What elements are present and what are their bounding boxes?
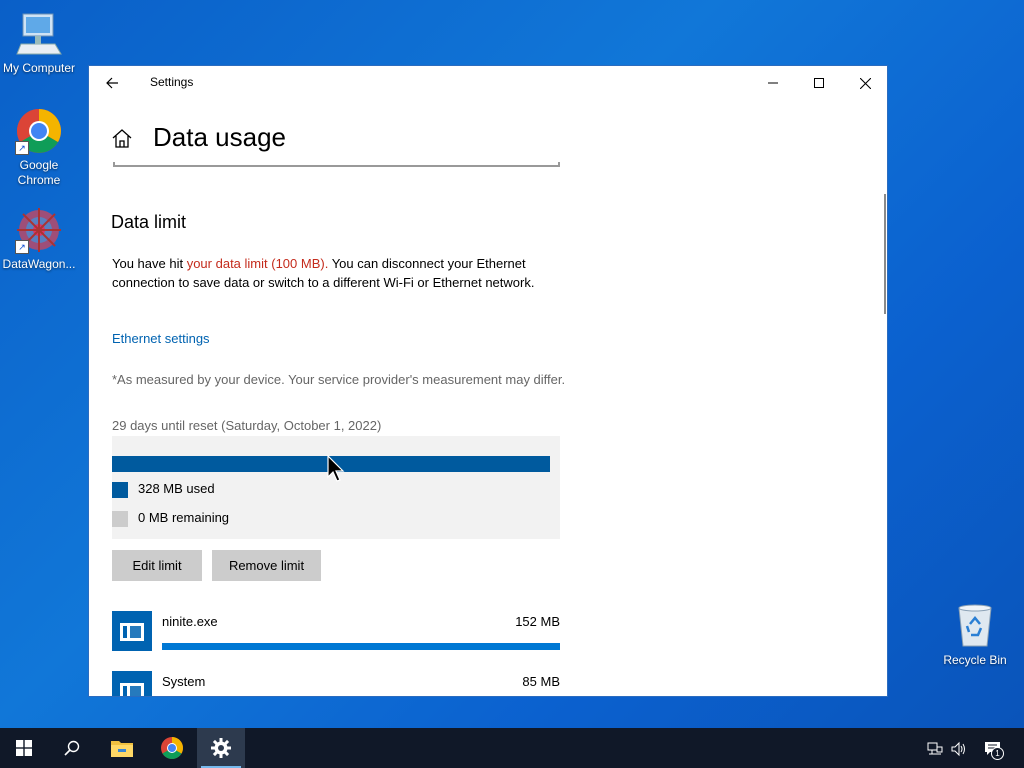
- reset-date: 29 days until reset (Saturday, October 1…: [112, 418, 382, 433]
- maximize-icon: [814, 78, 824, 89]
- desktop-icon-label: My Computer: [2, 61, 76, 75]
- page-title: Data usage: [153, 122, 286, 152]
- desktop-icon-recycle-bin[interactable]: Recycle Bin: [937, 602, 1013, 668]
- home-button[interactable]: [111, 127, 133, 149]
- message-text: You have hit: [112, 256, 187, 271]
- desktop-icon-datawagon[interactable]: ↗ DataWagon...: [1, 206, 77, 272]
- usage-summary: 328 MB used 0 MB remaining: [112, 436, 560, 539]
- action-center-button[interactable]: 1: [980, 728, 1006, 768]
- search-icon: [64, 740, 80, 756]
- close-button[interactable]: [842, 66, 887, 98]
- back-arrow-icon: [106, 77, 118, 89]
- measurement-note: *As measured by your device. Your servic…: [112, 372, 566, 387]
- data-limit-warning: your data limit (100 MB).: [186, 256, 329, 271]
- app-icon: [112, 671, 152, 696]
- start-button[interactable]: [0, 728, 48, 768]
- app-name: System: [162, 674, 206, 689]
- folder-icon: [111, 740, 133, 757]
- chrome-icon: ↗: [15, 107, 63, 155]
- legend-used: 328 MB used: [112, 481, 215, 498]
- close-icon: [859, 77, 871, 90]
- desktop-icon-label: Google Chrome: [17, 158, 61, 187]
- datawagon-icon: ↗: [15, 206, 63, 254]
- gear-icon: [211, 737, 231, 758]
- taskbar-file-explorer[interactable]: [98, 728, 146, 768]
- used-label: 328 MB used: [138, 481, 215, 496]
- back-button[interactable]: [101, 72, 123, 94]
- speaker-icon: [951, 742, 965, 757]
- notification-count: 1: [991, 747, 1004, 760]
- legend-remaining: 0 MB remaining: [112, 510, 229, 527]
- desktop-icon-google-chrome[interactable]: ↗ Google Chrome: [1, 107, 77, 188]
- app-usage-row[interactable]: ninite.exe 152 MB: [112, 611, 560, 655]
- taskbar-settings[interactable]: [197, 728, 245, 768]
- settings-window: Settings Data usage Data limit You have …: [88, 65, 888, 697]
- edit-limit-button[interactable]: Edit limit: [112, 550, 202, 581]
- desktop-icon-my-computer[interactable]: My Computer: [1, 10, 77, 76]
- recycle-bin-icon: [951, 602, 999, 650]
- remaining-label: 0 MB remaining: [138, 510, 230, 525]
- app-usage-bar: [162, 643, 560, 650]
- app-icon: [112, 611, 152, 651]
- app-usage-row[interactable]: System 85 MB: [112, 671, 560, 696]
- desktop-icon-label: DataWagon...: [2, 257, 76, 271]
- used-swatch: [112, 481, 128, 498]
- data-limit-message: You have hit your data limit (100 MB). Y…: [112, 255, 572, 292]
- minimize-button[interactable]: [750, 66, 796, 98]
- volume-control[interactable]: [948, 728, 970, 768]
- remaining-swatch: [112, 510, 128, 527]
- network-icon: [927, 742, 943, 755]
- shortcut-arrow-icon: ↗: [15, 240, 29, 254]
- desktop-icon-label: Recycle Bin: [943, 653, 1007, 667]
- taskbar-chrome[interactable]: [148, 728, 196, 768]
- shortcut-arrow-icon: ↗: [15, 141, 29, 155]
- app-usage-fill: [162, 643, 560, 650]
- title-bar[interactable]: Settings: [89, 66, 887, 99]
- windows-logo-icon: [16, 739, 32, 756]
- section-title: Data limit: [111, 212, 187, 232]
- app-name: ninite.exe: [162, 614, 218, 629]
- app-size: 152 MB: [515, 614, 560, 629]
- computer-icon: [15, 10, 63, 58]
- ethernet-settings-link[interactable]: Ethernet settings: [112, 331, 210, 346]
- window-title: Settings: [150, 75, 194, 89]
- chrome-icon: [161, 736, 183, 759]
- network-status[interactable]: [924, 728, 946, 768]
- remove-limit-button[interactable]: Remove limit: [212, 550, 321, 581]
- minimize-icon: [768, 82, 778, 84]
- scrollbar[interactable]: [884, 194, 886, 314]
- taskbar: 1: [0, 728, 1024, 768]
- header-divider: [113, 162, 560, 167]
- app-size: 85 MB: [522, 674, 560, 689]
- maximize-button[interactable]: [796, 66, 842, 98]
- home-icon: [112, 129, 132, 148]
- search-button[interactable]: [48, 728, 96, 768]
